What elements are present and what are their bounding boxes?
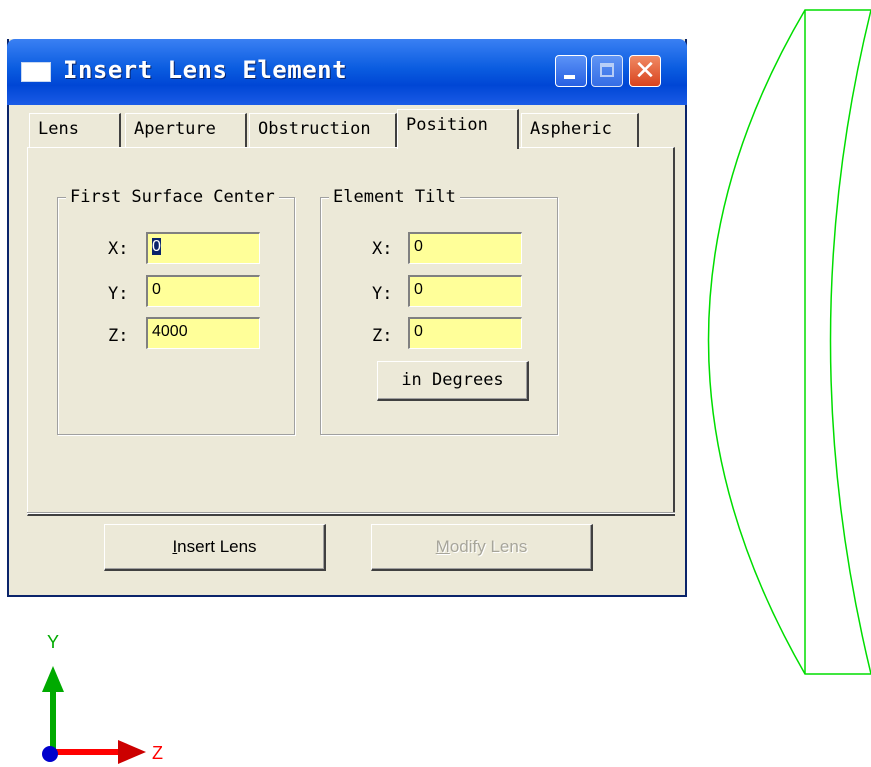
element-tilt-title: Element Tilt xyxy=(329,186,460,208)
insert-lens-dialog: Insert Lens Element ✕ Lens Aperture Obst… xyxy=(7,39,687,597)
y-axis-label: Y xyxy=(47,632,59,652)
tab-obstruction[interactable]: Obstruction xyxy=(249,113,397,147)
fsc-y-label: Y: xyxy=(108,284,129,304)
tilt-x-label: X: xyxy=(372,239,393,259)
tab-lens[interactable]: Lens xyxy=(29,113,121,147)
tilt-y-input[interactable]: 0 xyxy=(408,275,522,307)
fsc-x-value: 0 xyxy=(152,238,161,255)
tab-aperture[interactable]: Aperture xyxy=(125,113,247,147)
first-surface-center-title: First Surface Center xyxy=(66,186,279,208)
axis-triad: Y Z xyxy=(42,632,163,764)
z-axis-label: Z xyxy=(152,743,163,763)
button-divider xyxy=(27,512,675,514)
fsc-z-label: Z: xyxy=(108,326,129,346)
tilt-z-label: Z: xyxy=(372,326,393,346)
tab-aspheric[interactable]: Aspheric xyxy=(521,113,639,147)
maximize-icon xyxy=(600,63,614,77)
z-axis-arrowhead xyxy=(118,740,146,764)
close-button[interactable]: ✕ xyxy=(629,55,661,87)
tilt-x-input[interactable]: 0 xyxy=(408,232,522,264)
fsc-x-label: X: xyxy=(108,239,129,259)
lens-outline xyxy=(707,9,871,675)
fsc-y-input[interactable]: 0 xyxy=(146,275,260,307)
modify-lens-button: Modify Lens xyxy=(371,524,593,571)
tilt-z-input[interactable]: 0 xyxy=(408,317,522,349)
insert-label: nsert Lens xyxy=(177,537,257,556)
minimize-button[interactable] xyxy=(555,55,587,87)
fsc-x-input[interactable]: 0 xyxy=(146,232,260,264)
lens-back-surface xyxy=(829,9,871,675)
minimize-icon xyxy=(564,75,575,79)
tab-position[interactable]: Position xyxy=(397,109,519,149)
in-degrees-button[interactable]: in Degrees xyxy=(377,361,529,401)
title-bar[interactable]: Insert Lens Element ✕ xyxy=(7,39,687,105)
close-icon: ✕ xyxy=(634,56,656,86)
y-axis-arrowhead xyxy=(42,666,64,692)
axis-origin xyxy=(42,746,58,762)
tilt-y-label: Y: xyxy=(372,284,393,304)
insert-lens-button[interactable]: Insert Lens xyxy=(104,524,326,571)
modify-accelerator: M xyxy=(435,537,450,556)
fsc-z-input[interactable]: 4000 xyxy=(146,317,260,349)
maximize-button[interactable] xyxy=(591,55,623,87)
window-title: Insert Lens Element xyxy=(63,56,348,84)
modify-label: odify Lens xyxy=(449,537,528,556)
window-icon xyxy=(21,62,51,82)
